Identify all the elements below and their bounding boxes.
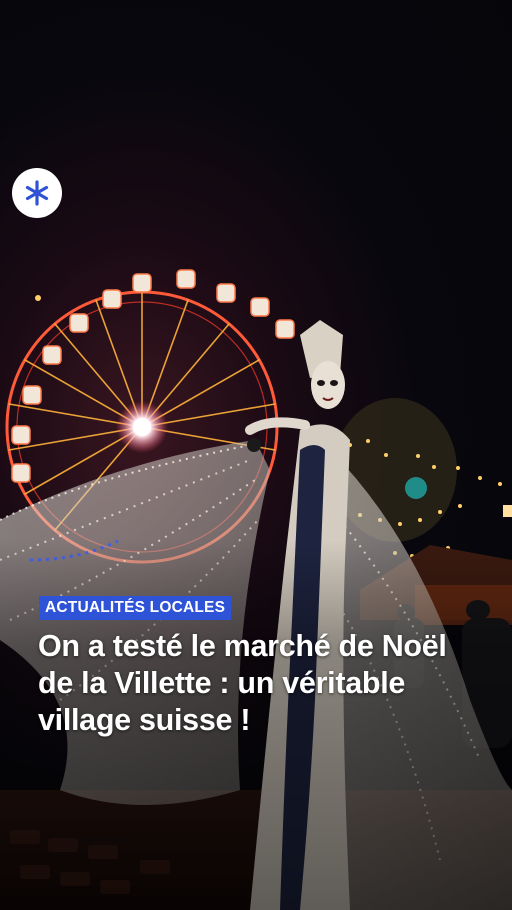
headline[interactable]: On a testé le marché de Noël de la Ville… (38, 628, 488, 739)
category-tag: ACTUALITÉS LOCALES (39, 596, 232, 620)
brand-logo[interactable] (12, 168, 62, 218)
asterisk-icon (25, 180, 49, 206)
story-card[interactable]: ACTUALITÉS LOCALES On a testé le marché … (0, 0, 512, 910)
